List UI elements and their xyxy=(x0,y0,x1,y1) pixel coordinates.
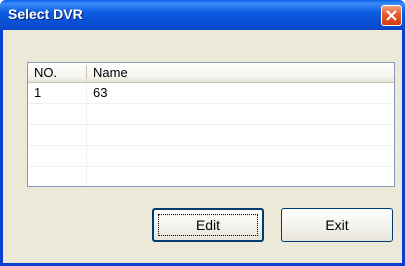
exit-button-label: Exit xyxy=(325,217,349,233)
dialog-body: NO. Name 1 63 Edit Exit xyxy=(3,30,402,263)
list-row-empty xyxy=(28,146,394,167)
row-name: 63 xyxy=(93,85,108,100)
list-row-empty xyxy=(28,167,394,186)
window-title: Select DVR xyxy=(8,6,83,22)
list-row[interactable]: 1 63 xyxy=(28,83,394,104)
select-dvr-dialog: Select DVR NO. Name 1 63 Edit Exit xyxy=(0,0,405,266)
column-gridline xyxy=(86,83,87,186)
column-header-no[interactable]: NO. xyxy=(28,63,86,82)
dvr-list[interactable]: NO. Name 1 63 xyxy=(27,62,395,187)
edit-button[interactable]: Edit xyxy=(152,208,264,242)
list-header: NO. Name xyxy=(28,63,394,83)
row-no: 1 xyxy=(34,85,42,100)
column-header-name[interactable]: Name xyxy=(87,63,387,82)
close-button[interactable] xyxy=(381,5,402,26)
edit-button-label: Edit xyxy=(195,217,221,233)
list-row-empty xyxy=(28,125,394,146)
exit-button[interactable]: Exit xyxy=(281,208,393,242)
title-bar[interactable]: Select DVR xyxy=(0,0,405,30)
close-icon xyxy=(386,10,397,21)
list-row-empty xyxy=(28,104,394,125)
